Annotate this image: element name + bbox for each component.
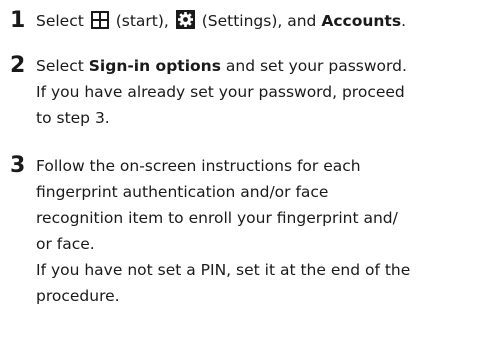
step-2-text-rest: and set your password. <box>225 57 407 75</box>
step-2-line-1: Select Sign-in options and set your pass… <box>36 53 499 79</box>
accounts-label: Accounts <box>321 12 402 30</box>
step-1-period: . <box>401 12 406 30</box>
step-3-line-1: Follow the on-screen instructions for ea… <box>36 157 361 175</box>
step-2-line-2: If you have already set your password, p… <box>36 83 405 101</box>
windows-start-icon <box>90 11 109 37</box>
step-1-line-1: Select (start), (Settings), and Accounts… <box>36 8 499 34</box>
step-2-line-3: to step 3. <box>36 109 110 127</box>
step-number: 3 <box>10 153 26 178</box>
settings-gear-icon <box>175 10 195 37</box>
step-1-text-select: Select <box>36 12 84 30</box>
step-1-text-settings: (Settings), and <box>201 12 317 30</box>
step-3-line-2: fingerprint authentication and/or face <box>36 183 329 201</box>
step-2-body: Select Sign-in options and set your pass… <box>36 53 499 131</box>
step-1-body: Select (start), (Settings), and Accounts… <box>36 8 499 34</box>
step-3-line-4: or face. <box>36 235 95 253</box>
step-3-line-3: recognition item to enroll your fingerpr… <box>36 209 398 227</box>
step-3-body: Follow the on-screen instructions for ea… <box>36 153 499 309</box>
step-number: 1 <box>10 8 26 33</box>
step-3-line-6: procedure. <box>36 287 120 305</box>
sign-in-options-label: Sign-in options <box>88 57 221 75</box>
step-2-text-select: Select <box>36 57 84 75</box>
step-1-text-start: (start), <box>115 12 169 30</box>
step-3-line-5: If you have not set a PIN, set it at the… <box>36 261 411 279</box>
step-number: 2 <box>10 53 26 78</box>
